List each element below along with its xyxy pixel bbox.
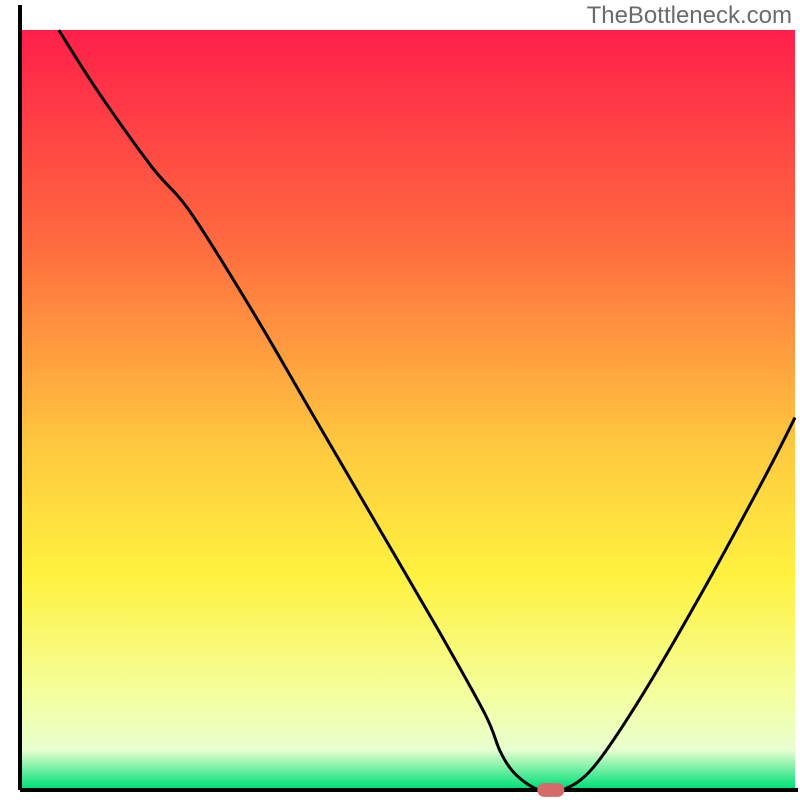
plot-background xyxy=(22,30,795,788)
bottleneck-chart xyxy=(0,0,800,800)
watermark-text: TheBottleneck.com xyxy=(587,2,792,30)
optimal-marker xyxy=(537,783,564,797)
chart-container: TheBottleneck.com xyxy=(0,0,800,800)
